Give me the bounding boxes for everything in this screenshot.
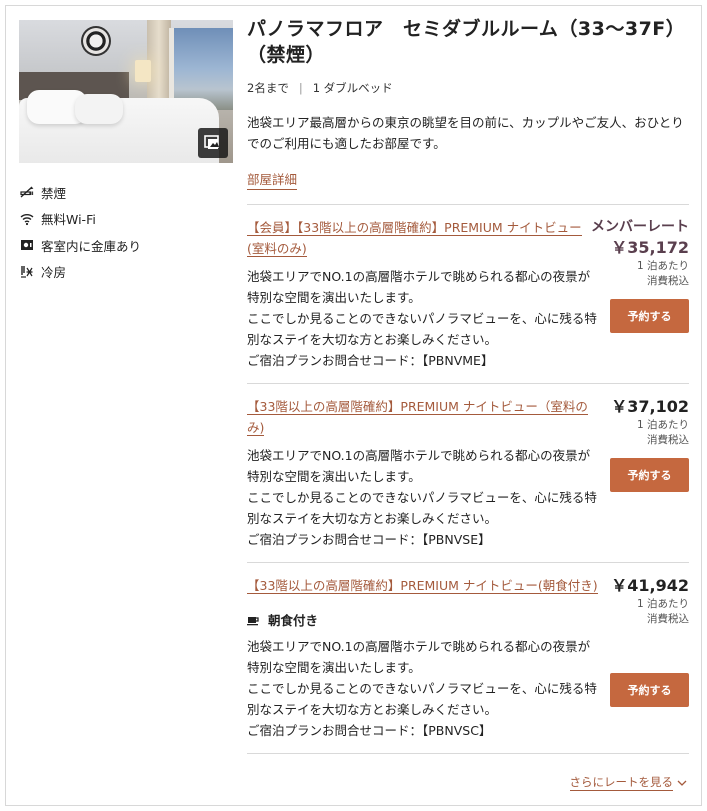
room-detail-link[interactable]: 部屋詳細 [247, 169, 298, 190]
room-beds: 1 ダブルベッド [312, 81, 393, 95]
room-left-column: 禁煙 無料Wi-Fi 客室内に金庫あり 冷房 [19, 20, 233, 285]
meal-badge: 朝食付き [247, 610, 599, 629]
rate-plan: 【33階以上の高層階確約】PREMIUM ナイトビュー（室料のみ) 池袋エリアで… [247, 384, 689, 563]
plan-name-wrap: 【33階以上の高層階確約】PREMIUM ナイトビュー（室料のみ) [247, 396, 599, 438]
member-rate-label: メンバーレート [591, 219, 689, 235]
room-capacity: 2名まで [247, 81, 289, 95]
plan-description-line: ここでしか見ることのできないパノラマビューを、心に残る特別なステイを大切な方とお… [247, 311, 597, 347]
amenities-list: 禁煙 無料Wi-Fi 客室内に金庫あり 冷房 [19, 179, 233, 285]
amenity-item: 客室内に金庫あり [19, 232, 233, 259]
plan-price-box: ￥41,942 1 泊あたり 消費税込 予約する [579, 575, 689, 707]
plan-description-line: 池袋エリアでNO.1の高層階ホテルで眺められる都心の夜景が特別な空間を演出いたし… [247, 639, 591, 675]
plan-description: 池袋エリアでNO.1の高層階ホテルで眺められる都心の夜景が特別な空間を演出いたし… [247, 266, 599, 371]
meta-separator: | [298, 81, 303, 95]
plan-name-wrap: 【33階以上の高層階確約】PREMIUM ナイトビュー(朝食付き) [247, 575, 599, 596]
plan-main: 【33階以上の高層階確約】PREMIUM ナイトビュー(朝食付き) 朝食付き 池… [247, 575, 599, 741]
meal-label: 朝食付き [268, 613, 319, 628]
plan-description-line: 池袋エリアでNO.1の高層階ホテルで眺められる都心の夜景が特別な空間を演出いたし… [247, 269, 591, 305]
more-rates-link[interactable]: さらにレートを見る [569, 774, 688, 791]
photo-gallery-button[interactable] [198, 128, 228, 158]
plan-description-line: 池袋エリアでNO.1の高層階ホテルで眺められる都心の夜景が特別な空間を演出いたし… [247, 448, 591, 484]
plan-description: 池袋エリアでNO.1の高層階ホテルで眺められる都心の夜景が特別な空間を演出いたし… [247, 445, 599, 550]
photo-pillow [75, 94, 123, 124]
reserve-button[interactable]: 予約する [610, 299, 689, 333]
photo-lamp [135, 60, 151, 82]
reserve-button[interactable]: 予約する [610, 673, 689, 707]
wifi-icon [19, 211, 35, 227]
per-night-label: 1 泊あたり [636, 598, 689, 610]
gallery-icon [204, 133, 222, 154]
plan-description-line: ご宿泊プランお問合せコード：【PBNVSE】 [247, 532, 491, 547]
rate-plan: 【33階以上の高層階確約】PREMIUM ナイトビュー(朝食付き) 朝食付き 池… [247, 563, 689, 754]
plan-name-link[interactable]: 【33階以上の高層階確約】PREMIUM ナイトビュー（室料のみ) [247, 399, 588, 436]
reserve-button[interactable]: 予約する [610, 458, 689, 492]
tax-label: 消費税込 [647, 275, 689, 287]
per-night-label: 1 泊あたり [636, 260, 689, 272]
room-photo[interactable] [19, 20, 233, 163]
room-title: パノラマフロア セミダブルルーム（33～37F）（禁煙） [247, 18, 686, 66]
air-conditioning-icon [19, 264, 35, 280]
room-meta: 2名まで | 1 ダブルベッド [247, 80, 689, 96]
more-rates-label: さらにレートを見る [569, 775, 673, 791]
no-smoking-icon [19, 184, 35, 200]
amenity-item: 冷房 [19, 259, 233, 286]
amenity-item: 無料Wi-Fi [19, 206, 233, 233]
amenity-item: 禁煙 [19, 179, 233, 206]
amenity-label: 客室内に金庫あり [41, 238, 142, 254]
per-night-label: 1 泊あたり [636, 419, 689, 431]
room-description: 池袋エリア最高層からの東京の眺望を目の前に、カップルやご友人、おひとりでのご利用… [247, 115, 684, 151]
rate-plans-list: 【会員】【33階以上の高層階確約】PREMIUM ナイトビュー(室料のみ) 池袋… [247, 204, 689, 754]
safe-icon [19, 237, 35, 253]
amenity-label: 無料Wi-Fi [41, 212, 96, 228]
plan-main: 【会員】【33階以上の高層階確約】PREMIUM ナイトビュー(室料のみ) 池袋… [247, 217, 599, 371]
amenity-label: 冷房 [41, 265, 67, 281]
plan-price: ￥41,942 [611, 576, 689, 595]
plan-description-line: ここでしか見ることのできないパノラマビューを、心に残る特別なステイを大切な方とお… [247, 490, 597, 526]
coffee-cup-icon [247, 613, 261, 627]
plan-description-line: ご宿泊プランお問合せコード：【PBNVME】 [247, 353, 494, 368]
plan-description: 池袋エリアでNO.1の高層階ホテルで眺められる都心の夜景が特別な空間を演出いたし… [247, 636, 599, 741]
plan-name-link[interactable]: 【33階以上の高層階確約】PREMIUM ナイトビュー(朝食付き) [247, 578, 598, 594]
amenity-label: 禁煙 [41, 185, 67, 201]
room-right-column: パノラマフロア セミダブルルーム（33～37F）（禁煙） 2名まで | 1 ダブ… [247, 16, 689, 754]
photo-wall-clock [81, 26, 111, 56]
plan-name-link[interactable]: 【会員】【33階以上の高層階確約】PREMIUM ナイトビュー(室料のみ) [247, 220, 582, 257]
chevron-down-icon [677, 779, 687, 787]
plan-description-line: ここでしか見ることのできないパノラマビューを、心に残る特別なステイを大切な方とお… [247, 681, 597, 717]
plan-description-line: ご宿泊プランお問合せコード：【PBNVSC】 [247, 723, 492, 738]
rate-plan: 【会員】【33階以上の高層階確約】PREMIUM ナイトビュー(室料のみ) 池袋… [247, 205, 689, 384]
plan-main: 【33階以上の高層階確約】PREMIUM ナイトビュー（室料のみ) 池袋エリアで… [247, 396, 599, 550]
room-card: 禁煙 無料Wi-Fi 客室内に金庫あり 冷房 パノラマフロア セミダブルルーム（… [5, 5, 702, 806]
tax-label: 消費税込 [647, 613, 689, 625]
plan-price: ￥37,102 [611, 397, 689, 416]
plan-price-box: ￥37,102 1 泊あたり 消費税込 予約する [579, 396, 689, 492]
plan-price-box: メンバーレート ￥35,172 1 泊あたり 消費税込 予約する [579, 217, 689, 333]
plan-name-wrap: 【会員】【33階以上の高層階確約】PREMIUM ナイトビュー(室料のみ) [247, 217, 599, 259]
plan-price: ￥35,172 [611, 238, 689, 257]
tax-label: 消費税込 [647, 434, 689, 446]
